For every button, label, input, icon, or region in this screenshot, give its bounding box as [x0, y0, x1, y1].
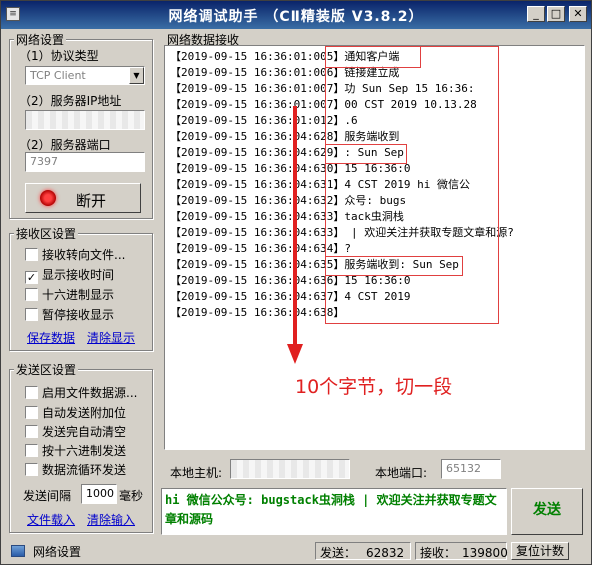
- app-window: ≡ 网络调试助手 （C​Ⅱ精装版 V3.8.2） _ □ ✕ 网络设置 （1）协…: [0, 0, 592, 565]
- recv-settings-title: 接收区设置: [14, 225, 79, 242]
- auto-clear-checkbox[interactable]: 发送完自动清空: [25, 423, 126, 440]
- loop-send-checkbox[interactable]: 数据流循环发送: [25, 461, 126, 478]
- log-timestamp: 【2019-09-15 16:36:01:005】: [170, 50, 345, 63]
- highlight-box-outer: [325, 46, 499, 324]
- minimize-button[interactable]: _: [527, 6, 545, 22]
- protocol-label: （1）协议类型: [19, 49, 99, 63]
- network-status-icon: [11, 545, 25, 557]
- disconnect-label: 断开: [76, 192, 107, 210]
- recv-to-file-checkbox[interactable]: 接收转向文件...: [25, 246, 125, 263]
- clear-input-link[interactable]: 清除输入: [87, 511, 135, 528]
- send-input[interactable]: hi 微信公众号: bugstack虫洞栈 | 欢迎关注并获取专题文章和源码: [161, 488, 507, 535]
- send-button[interactable]: 发送: [511, 488, 583, 535]
- log-timestamp: 【2019-09-15 16:36:04:633】: [170, 226, 345, 239]
- clear-display-link[interactable]: 清除显示: [87, 329, 135, 346]
- log-timestamp: 【2019-09-15 16:36:04:638】: [170, 306, 345, 319]
- server-port-input[interactable]: 7397: [25, 152, 145, 172]
- local-host-input[interactable]: [230, 459, 350, 479]
- protocol-select[interactable]: TCP Client ▼: [25, 66, 145, 85]
- title-bar[interactable]: ≡ 网络调试助手 （C​Ⅱ精装版 V3.8.2） _ □ ✕: [1, 1, 591, 29]
- protocol-value: TCP Client: [30, 69, 86, 82]
- maximize-button[interactable]: □: [547, 6, 565, 22]
- status-label: 网络设置: [33, 545, 82, 559]
- log-timestamp: 【2019-09-15 16:36:04:629】: [170, 146, 345, 159]
- log-timestamp: 【2019-09-15 16:36:01:007】: [170, 82, 345, 95]
- log-timestamp: 【2019-09-15 16:36:04:632】: [170, 194, 345, 207]
- log-timestamp: 【2019-09-15 16:36:04:636】: [170, 274, 345, 287]
- annotation-text: 10个字节，切一段: [295, 376, 453, 398]
- arrow-down-icon: [287, 106, 303, 364]
- auto-append-checkbox[interactable]: 自动发送附加位: [25, 404, 126, 421]
- log-timestamp: 【2019-09-15 16:36:04:631】: [170, 178, 345, 191]
- log-timestamp: 【2019-09-15 16:36:04:634】: [170, 242, 345, 255]
- pause-recv-checkbox[interactable]: 暂停接收显示: [25, 306, 114, 323]
- log-timestamp: 【2019-09-15 16:36:01:012】: [170, 114, 345, 127]
- status-bar: 网络设置 发送： 62832 接收： 139800 复位计数: [1, 539, 591, 564]
- show-recv-time-checkbox[interactable]: ✓ 显示接收时间: [25, 266, 114, 284]
- recv-log[interactable]: 【2019-09-15 16:36:01:005】通知客户端 【2019-09-1…: [164, 45, 585, 450]
- disconnect-button[interactable]: 断开: [25, 183, 141, 213]
- server-ip-label: （2）服务器IP地址: [19, 94, 122, 108]
- net-settings-title: 网络设置: [14, 31, 67, 48]
- hex-send-checkbox[interactable]: 按十六进制发送: [25, 442, 126, 459]
- server-ip-input[interactable]: [25, 110, 145, 130]
- log-line: 【2019-09-15 16:36:04:638】: [170, 304, 344, 320]
- log-timestamp: 【2019-09-15 16:36:04:628】: [170, 130, 345, 143]
- server-port-label: （2）服务器端口: [19, 138, 111, 152]
- log-timestamp: 【2019-09-15 16:36:04:633】: [170, 210, 345, 223]
- log-timestamp: 【2019-09-15 16:36:04:635】: [170, 258, 345, 271]
- hex-display-checkbox[interactable]: 十六进制显示: [25, 286, 114, 303]
- window-title: 网络调试助手 （C​Ⅱ精装版 V3.8.2）: [168, 9, 424, 25]
- log-timestamp: 【2019-09-15 16:36:01:007】: [170, 98, 345, 111]
- log-line: 【2019-09-15 16:36:04:634】?: [170, 240, 351, 256]
- connection-status-icon: [40, 190, 56, 206]
- log-timestamp: 【2019-09-15 16:36:01:006】: [170, 66, 345, 79]
- load-file-link[interactable]: 文件载入: [27, 511, 75, 528]
- log-timestamp: 【2019-09-15 16:36:04:637】: [170, 290, 345, 303]
- log-timestamp: 【2019-09-15 16:36:04:630】: [170, 162, 345, 175]
- close-button[interactable]: ✕: [569, 6, 587, 22]
- send-interval-unit: 毫秒: [119, 489, 144, 503]
- local-port-input[interactable]: 65132: [441, 459, 501, 479]
- reset-count-button[interactable]: 复位计数: [511, 542, 569, 560]
- chevron-down-icon[interactable]: ▼: [129, 67, 144, 84]
- recv-count: 接收： 139800: [415, 542, 508, 560]
- local-host-label: 本地主机:: [170, 466, 223, 480]
- send-interval-input[interactable]: 1000: [81, 484, 117, 504]
- local-port-label: 本地端口:: [375, 466, 428, 480]
- file-source-checkbox[interactable]: 启用文件数据源...: [25, 384, 137, 401]
- save-data-link[interactable]: 保存数据: [27, 329, 75, 346]
- send-settings-title: 发送区设置: [14, 361, 79, 378]
- send-interval-label: 发送间隔: [23, 489, 72, 503]
- sent-count: 发送： 62832: [315, 542, 411, 560]
